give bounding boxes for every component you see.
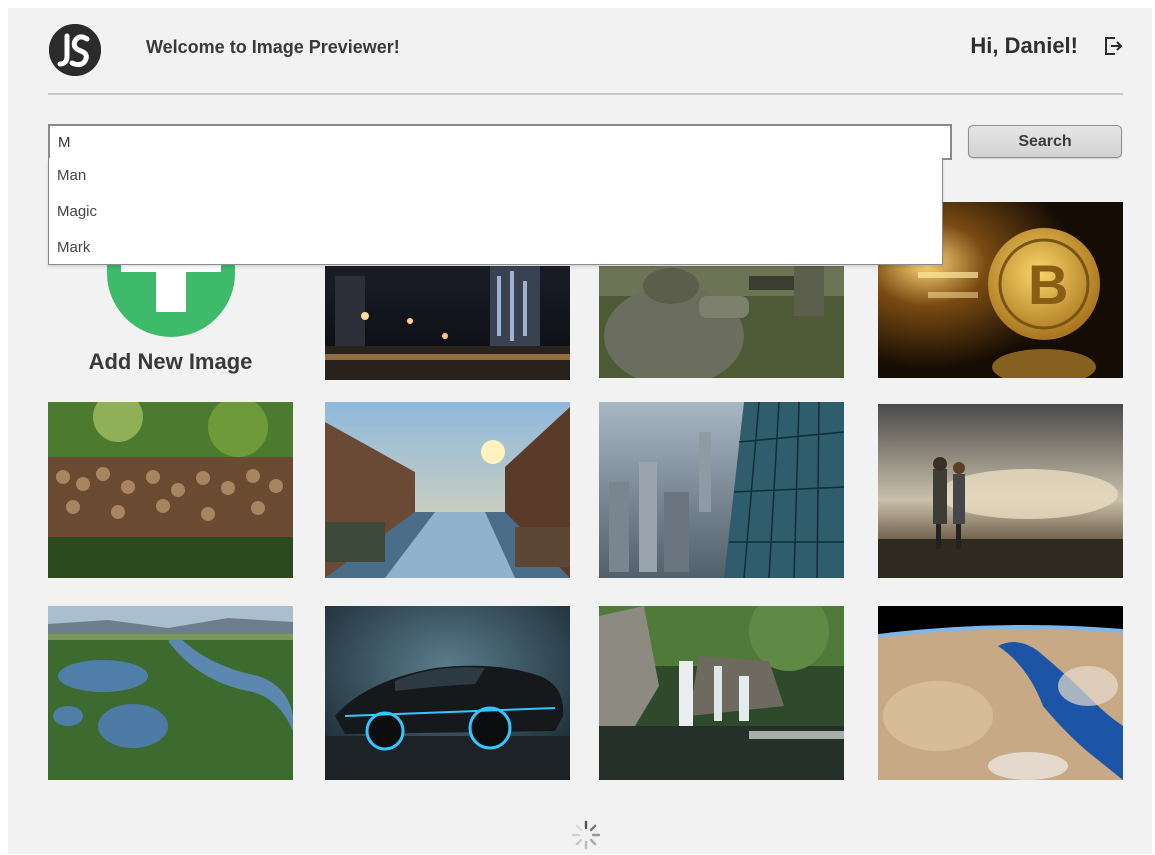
svg-text:B: B [1028, 253, 1068, 316]
user-greeting: Hi, Daniel! [970, 33, 1078, 58]
image-thumbnail-earth-from-space[interactable] [878, 606, 1123, 780]
image-thumbnail-city-night[interactable] [325, 266, 570, 380]
search-suggestions-dropdown: Man Magic Mark [48, 158, 943, 265]
image-thumbnail-soldier[interactable] [599, 266, 844, 378]
suggestion-item[interactable]: Magic [49, 194, 942, 230]
image-thumbnail-waterfall[interactable] [599, 606, 844, 780]
search-input[interactable] [48, 124, 952, 160]
image-thumbnail-couple-sunset[interactable] [878, 404, 1123, 578]
suggestion-item[interactable]: Mark [49, 230, 942, 266]
suggestion-item[interactable]: Man [49, 158, 942, 194]
spinner-icon [571, 820, 601, 850]
image-thumbnail-canal[interactable] [325, 402, 570, 578]
image-thumbnail-sports-car[interactable] [325, 606, 570, 780]
header-divider [48, 93, 1123, 95]
image-thumbnail-woodpile[interactable] [48, 402, 293, 578]
image-thumbnail-river-aerial[interactable] [48, 606, 293, 780]
add-new-image-label: Add New Image [88, 349, 253, 374]
search-button[interactable]: Search [968, 125, 1122, 158]
welcome-title: Welcome to Image Previewer! [146, 37, 400, 57]
js-logo-icon [49, 24, 101, 76]
image-thumbnail-skyscraper-aerial[interactable] [599, 402, 844, 578]
logout-icon[interactable] [1102, 35, 1124, 57]
app-window: Welcome to Image Previewer! Hi, Daniel! … [8, 8, 1152, 854]
